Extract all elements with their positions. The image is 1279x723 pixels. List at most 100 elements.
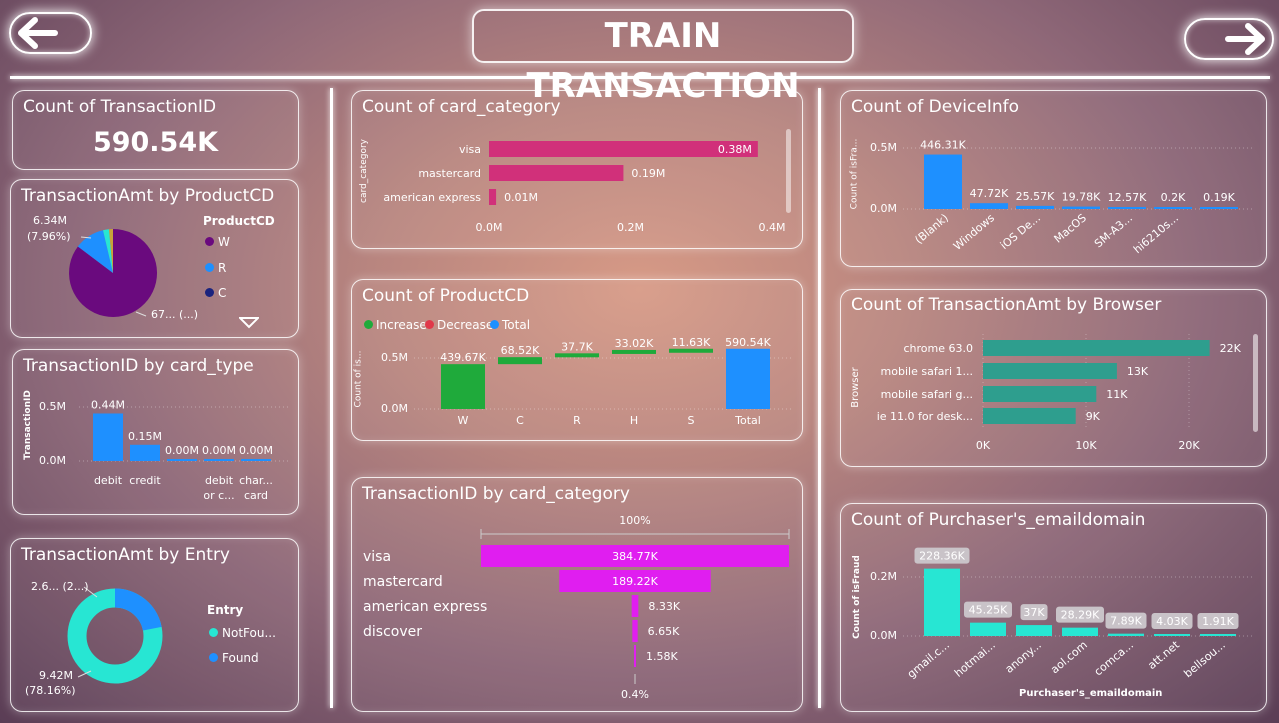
bar — [130, 444, 160, 461]
legend-label: R — [218, 261, 227, 275]
bar — [167, 459, 197, 461]
product-pie-card[interactable]: TransactionAmt by ProductCD 6.34M (7.96%… — [10, 179, 299, 338]
data-label: 11K — [1106, 388, 1128, 401]
data-label: 7.89K — [1110, 615, 1142, 628]
data-label: 0.01M — [504, 191, 538, 204]
data-label: 1.91K — [1202, 615, 1234, 628]
triangle-down-icon[interactable] — [239, 317, 259, 329]
entry-legend-item[interactable]: NotFou... — [209, 626, 276, 640]
category-label: mastercard — [418, 167, 481, 180]
pie-legend-item[interactable]: C — [205, 286, 226, 300]
category-label: card — [244, 489, 268, 502]
entry-card[interactable]: TransactionAmt by Entry 2.6... (2...) 9.… — [10, 538, 299, 712]
bar — [726, 348, 770, 409]
data-label: 0.2K — [1161, 191, 1186, 204]
category-label: Windows — [951, 211, 997, 253]
pie-legend-item[interactable]: W — [205, 235, 230, 249]
tick-label: 0.4M — [759, 221, 786, 234]
pie-legend-item[interactable]: R — [205, 261, 226, 275]
kpi-value: 590.54K — [92, 127, 219, 158]
data-label: 37.7K — [561, 340, 593, 353]
bar — [983, 363, 1117, 379]
funnel-chart[interactable]: 100% visa 384.77K mastercard 189.22K american… — [352, 478, 802, 711]
data-label: 384.77K — [612, 550, 658, 563]
category-label: ie 11.0 for desk... — [877, 410, 973, 423]
category-label: mastercard — [363, 574, 443, 590]
data-label: 590.54K — [725, 336, 771, 349]
waterfall-chart[interactable]: 439.67K W 68.52K C 37.7K R 33.02K H 11.63K S 590.5… — [352, 280, 802, 440]
data-label: 8.33K — [648, 600, 680, 613]
forward-button[interactable] — [1184, 18, 1274, 60]
data-label: 1.58K — [646, 650, 678, 663]
entry-legend-item[interactable]: Found — [209, 651, 259, 665]
category-label: american express — [383, 191, 481, 204]
category-label: or c... — [203, 489, 234, 502]
tick-label: 0K — [976, 439, 991, 452]
kpi-title: Count of TransactionID — [23, 97, 217, 117]
card-category-chart[interactable]: 0.0M 0.2M 0.4M visa 0.38M mastercard 0.19M amer… — [352, 91, 802, 248]
category-label: comca... — [1092, 638, 1136, 678]
card-type-chart[interactable]: 0.44Mdebit0.15Mcredit0.00M 0.00Mdebitor c… — [13, 350, 298, 514]
category-label: Total — [734, 414, 761, 427]
category-label: chrome 63.0 — [903, 342, 973, 355]
bar — [441, 364, 485, 409]
data-label: 0.19M — [631, 167, 665, 180]
bar — [1108, 633, 1144, 636]
data-label: 228.36K — [919, 550, 965, 563]
column-divider-right — [818, 88, 821, 708]
funnel-card[interactable]: TransactionID by card_category 100% visa 3… — [351, 477, 803, 712]
bar — [1154, 634, 1190, 636]
data-label: 6.65K — [648, 625, 680, 638]
data-label: 68.52K — [501, 344, 540, 357]
bar — [1154, 207, 1192, 209]
data-label: 446.31K — [920, 139, 966, 152]
data-label: 9K — [1086, 410, 1101, 423]
pie-label-small: 6.34M — [33, 214, 67, 227]
data-label: 0.00M — [239, 444, 273, 457]
category-label: discover — [363, 624, 422, 640]
category-label: S — [688, 414, 695, 427]
bar — [983, 340, 1210, 356]
browser-card[interactable]: Count of TransactionAmt by Browser Brows… — [840, 289, 1267, 467]
category-label: SM-A3... — [1092, 211, 1135, 250]
legend-dot — [205, 237, 214, 246]
category-label: debit — [205, 474, 234, 487]
email-card[interactable]: Count of Purchaser's_emaildomain Count o… — [840, 503, 1267, 712]
kpi-card[interactable]: Count of TransactionID 590.54K — [12, 90, 299, 170]
pie-legend-title: ProductCD — [203, 214, 275, 228]
bar — [204, 459, 234, 461]
card-type-card[interactable]: TransactionID by card_type TransactionID… — [12, 349, 299, 515]
data-label: 37K — [1023, 606, 1045, 619]
column-divider-left — [330, 88, 333, 708]
category-label: H — [630, 414, 638, 427]
category-label: W — [458, 414, 469, 427]
category-label: mobile safari 1... — [881, 365, 973, 378]
device-card[interactable]: Count of DeviceInfo Count of isFra... 0.… — [840, 90, 1267, 267]
data-label: 0.15M — [128, 430, 162, 443]
browser-chart[interactable]: 0K 10K 20K chrome 63.0 22K mobile safari 1...… — [841, 290, 1266, 466]
scrollbar[interactable] — [786, 129, 791, 213]
category-label: mobile safari g... — [881, 388, 973, 401]
data-label: 0.00M — [202, 444, 236, 457]
data-label: 22K — [1220, 342, 1242, 355]
legend-label: NotFou... — [222, 626, 276, 640]
category-label: credit — [129, 474, 161, 487]
back-button[interactable] — [9, 12, 92, 54]
category-label: american express — [363, 599, 487, 615]
email-chart[interactable]: 228.36K gmail.c... 45.25K hotmai... 37K anony… — [841, 504, 1266, 711]
bar — [632, 620, 638, 642]
scrollbar[interactable] — [1253, 334, 1258, 432]
category-label: hi6210s... — [1131, 211, 1181, 256]
data-label: 439.67K — [440, 351, 486, 364]
tick-label: 20K — [1178, 439, 1200, 452]
bar — [983, 386, 1097, 402]
device-chart[interactable]: 446.31K (Blank) 47.72K Windows 25.57K iOS De.… — [841, 91, 1266, 266]
bar — [1016, 205, 1054, 209]
legend-dot — [209, 653, 218, 662]
category-label: visa — [363, 549, 391, 565]
category-label: iOS De... — [998, 211, 1043, 252]
header-divider — [10, 76, 1270, 79]
bar — [489, 165, 624, 181]
card-category-card[interactable]: Count of card_category card_category 0.0… — [351, 90, 803, 249]
product-waterfall-card[interactable]: Count of ProductCD Increase Decrease Tot… — [351, 279, 803, 441]
